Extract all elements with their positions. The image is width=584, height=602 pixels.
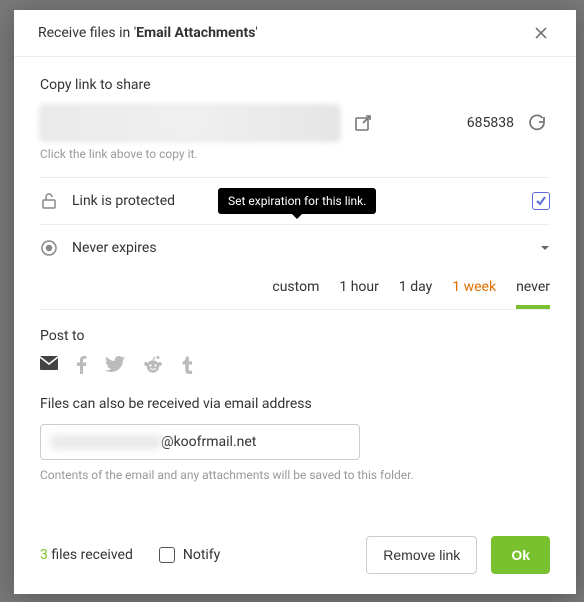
notify-label: Notify <box>183 547 220 563</box>
divider <box>40 309 550 310</box>
expire-opt-never[interactable]: never <box>516 279 550 309</box>
expiration-text: Never expires <box>72 240 526 256</box>
folder-name: Email Attachments <box>136 25 255 41</box>
files-received: 3 files received <box>40 547 133 563</box>
title-prefix: Receive files in ' <box>38 25 136 41</box>
expiration-row[interactable]: Never expires <box>40 225 550 271</box>
email-local-part <box>51 435 161 449</box>
email-label: Files can also be received via email add… <box>40 396 550 412</box>
link-protected-checkbox[interactable] <box>532 192 550 210</box>
email-helper: Contents of the email and any attachment… <box>40 468 550 482</box>
facebook-icon[interactable] <box>76 356 87 374</box>
reddit-icon[interactable] <box>143 356 163 374</box>
copy-link-label: Copy link to share <box>40 77 550 93</box>
modal-title: Receive files in 'Email Attachments' <box>38 25 530 41</box>
expire-opt-1hour[interactable]: 1 hour <box>339 279 379 309</box>
email-icon[interactable] <box>40 356 58 374</box>
files-count: 3 <box>40 547 48 563</box>
modal-footer: 3 files received Notify Remove link Ok <box>14 520 576 594</box>
receive-email-input[interactable]: @koofrmail.net <box>40 424 360 460</box>
refresh-icon <box>528 114 546 132</box>
remove-link-button[interactable]: Remove link <box>366 536 477 574</box>
chevron-down-icon <box>540 243 550 253</box>
receive-files-modal: Receive files in 'Email Attachments' Cop… <box>14 10 576 594</box>
open-link-button[interactable] <box>350 110 376 136</box>
post-icons <box>40 356 550 374</box>
expiration-tooltip: Set expiration for this link. <box>218 188 376 214</box>
copy-link-helper: Click the link above to copy it. <box>40 147 550 161</box>
expire-opt-1week[interactable]: 1 week <box>452 279 496 309</box>
email-domain: @koofrmail.net <box>161 434 256 450</box>
link-protected-row[interactable]: Link is protected Set expiration for thi… <box>40 178 550 224</box>
check-icon <box>535 195 547 207</box>
modal-header: Receive files in 'Email Attachments' <box>14 10 576 57</box>
expire-opt-custom[interactable]: custom <box>272 279 319 309</box>
expire-opt-1day[interactable]: 1 day <box>399 279 432 309</box>
lock-icon <box>40 192 58 210</box>
checkbox-empty-icon <box>159 547 175 563</box>
expiration-options: custom 1 hour 1 day 1 week never <box>40 271 550 309</box>
external-link-icon <box>354 114 372 132</box>
link-code: 685838 <box>467 115 514 131</box>
title-suffix: ' <box>255 25 257 41</box>
share-link-input[interactable] <box>40 105 340 141</box>
files-label: files received <box>48 547 133 563</box>
twitter-icon[interactable] <box>105 356 125 374</box>
link-row: 685838 <box>40 105 550 141</box>
modal-body: Copy link to share 685838 Click the link… <box>14 57 576 520</box>
close-button[interactable] <box>530 22 552 44</box>
target-icon <box>40 239 58 257</box>
refresh-code-button[interactable] <box>524 110 550 136</box>
tumblr-icon[interactable] <box>181 356 193 374</box>
notify-checkbox[interactable]: Notify <box>159 547 220 563</box>
ok-button[interactable]: Ok <box>491 536 550 574</box>
post-to-label: Post to <box>40 328 550 344</box>
close-icon <box>534 26 548 40</box>
